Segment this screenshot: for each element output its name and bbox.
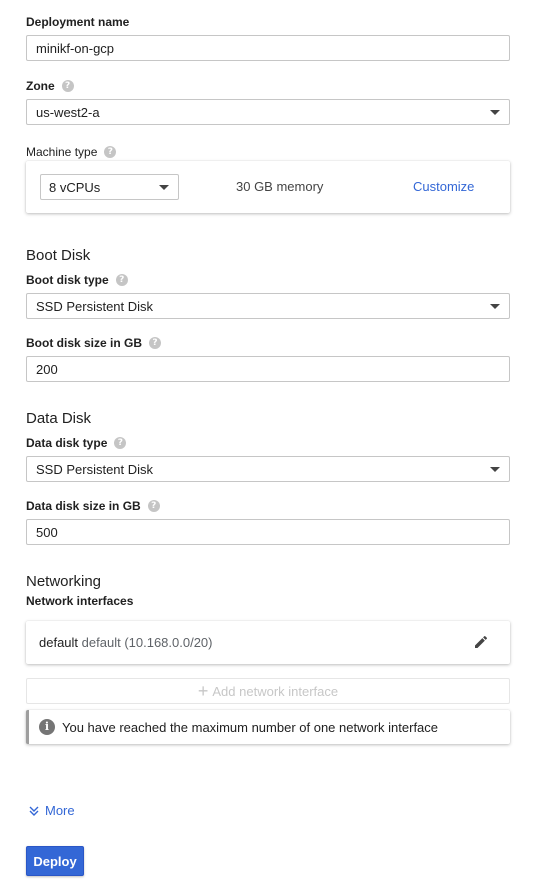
network-interface-text: default default (10.168.0.0/20) bbox=[39, 635, 213, 650]
add-network-interface-button[interactable]: + Add network interface bbox=[26, 678, 510, 704]
network-interface-detail: default (10.168.0.0/20) bbox=[81, 635, 213, 650]
chevron-down-icon bbox=[159, 185, 169, 190]
deployment-name-value: minikf-on-gcp bbox=[36, 40, 115, 56]
networking-title: Networking bbox=[26, 573, 102, 590]
boot-disk-type-label: Boot disk type ? bbox=[26, 273, 128, 287]
edit-icon[interactable] bbox=[473, 634, 489, 650]
help-icon[interactable]: ? bbox=[115, 274, 128, 286]
deploy-button[interactable]: Deploy bbox=[26, 846, 84, 876]
cpu-select[interactable]: 8 vCPUs bbox=[40, 174, 179, 200]
double-chevron-down-icon bbox=[29, 806, 39, 816]
customize-link[interactable]: Customize bbox=[413, 179, 474, 194]
network-interface-card[interactable]: default default (10.168.0.0/20) bbox=[26, 621, 510, 664]
boot-disk-type-select[interactable]: SSD Persistent Disk bbox=[26, 293, 510, 319]
chevron-down-icon bbox=[490, 467, 500, 472]
boot-disk-title: Boot Disk bbox=[26, 247, 91, 264]
zone-label: Zone ? bbox=[26, 79, 74, 93]
boot-disk-size-label-text: Boot disk size in GB bbox=[26, 336, 143, 350]
boot-disk-size-label: Boot disk size in GB ? bbox=[26, 336, 162, 350]
info-icon: i bbox=[39, 719, 55, 735]
help-icon[interactable]: ? bbox=[61, 80, 74, 92]
data-disk-size-label: Data disk size in GB ? bbox=[26, 499, 160, 513]
boot-disk-type-label-text: Boot disk type bbox=[26, 273, 109, 287]
memory-text: 30 GB memory bbox=[236, 179, 324, 194]
chevron-down-icon bbox=[490, 304, 500, 309]
help-icon[interactable]: ? bbox=[114, 437, 127, 449]
help-icon[interactable]: ? bbox=[147, 500, 160, 512]
info-message-box: i You have reached the maximum number of… bbox=[26, 710, 510, 744]
deployment-name-label-text: Deployment name bbox=[26, 15, 130, 29]
data-disk-type-label-text: Data disk type bbox=[26, 436, 108, 450]
data-disk-size-value: 500 bbox=[36, 524, 58, 540]
zone-select[interactable]: us-west2-a bbox=[26, 99, 510, 125]
data-disk-title: Data Disk bbox=[26, 410, 92, 427]
help-icon[interactable]: ? bbox=[104, 146, 117, 158]
boot-disk-type-value: SSD Persistent Disk bbox=[36, 298, 154, 314]
data-disk-type-select[interactable]: SSD Persistent Disk bbox=[26, 456, 510, 482]
machine-type-card: 8 vCPUs 30 GB memory Customize bbox=[26, 161, 510, 213]
boot-disk-size-input[interactable]: 200 bbox=[26, 356, 510, 382]
more-toggle[interactable]: More bbox=[28, 803, 75, 818]
add-network-interface-label: Add network interface bbox=[212, 683, 339, 699]
network-interface-name: default bbox=[39, 635, 79, 650]
data-disk-type-value: SSD Persistent Disk bbox=[36, 461, 154, 477]
zone-label-text: Zone bbox=[26, 79, 55, 93]
boot-disk-size-value: 200 bbox=[36, 361, 58, 377]
data-disk-type-label: Data disk type ? bbox=[26, 436, 127, 450]
deployment-name-label: Deployment name bbox=[26, 15, 129, 29]
zone-value: us-west2-a bbox=[36, 104, 100, 120]
cpu-value: 8 vCPUs bbox=[49, 179, 101, 195]
help-icon[interactable]: ? bbox=[149, 337, 162, 349]
plus-icon: + bbox=[197, 681, 209, 701]
machine-type-label: Machine type ? bbox=[26, 145, 117, 159]
data-disk-size-label-text: Data disk size in GB bbox=[26, 499, 141, 513]
deployment-name-input[interactable]: minikf-on-gcp bbox=[26, 35, 510, 61]
chevron-down-icon bbox=[490, 110, 500, 115]
data-disk-size-input[interactable]: 500 bbox=[26, 519, 510, 545]
machine-type-label-text: Machine type bbox=[26, 145, 98, 159]
network-interfaces-label: Network interfaces bbox=[26, 594, 134, 608]
info-message-text: You have reached the maximum number of o… bbox=[62, 720, 439, 735]
more-label: More bbox=[45, 803, 75, 818]
